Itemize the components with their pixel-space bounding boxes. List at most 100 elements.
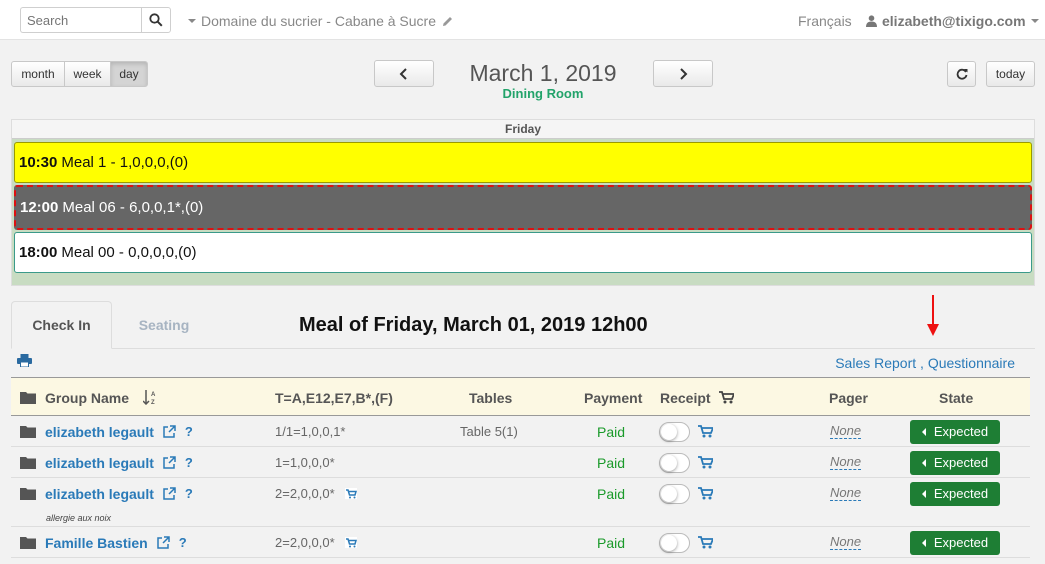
venue-selector[interactable]: Domaine du sucrier - Cabane à Sucre [188,13,454,29]
week-view-button[interactable]: week [64,61,111,87]
header-composition: T=A,E12,E7,B*,(F) [275,389,393,406]
today-button[interactable]: today [986,61,1035,87]
cart-flag-icon [344,537,357,548]
user-menu[interactable]: elizabeth@tixigo.com [866,13,1039,29]
sort-alpha-icon[interactable]: AZ [143,390,157,405]
state-dropdown-button[interactable]: Expected [910,481,1000,506]
red-arrow-head [927,324,939,336]
caret-left-icon [921,427,926,436]
meal-title: Meal of Friday, March 01, 2019 12h00 [299,314,648,336]
cart-icon[interactable] [698,456,713,469]
view-switcher: month week day [11,61,148,87]
questionnaire-icon[interactable]: ? [185,486,193,501]
group-name-link[interactable]: Famille Bastien [45,535,148,551]
receipt-cell [659,478,713,509]
folder-icon[interactable] [20,487,36,500]
folder-icon[interactable] [20,456,36,469]
folder-icon[interactable] [20,425,36,438]
payment-status: Paid [597,485,626,502]
group-name-link[interactable]: elizabeth legault [45,424,154,440]
search-button[interactable] [141,7,171,33]
cart-icon[interactable] [698,425,713,438]
tab-check-in[interactable]: Check In [11,301,112,349]
header-receipt-cell: Receipt [660,378,734,417]
table-header: Group Name AZ T=A,E12,E7,B*,(F) Tables P… [11,377,1030,416]
pager-value[interactable]: None [830,455,862,470]
pager-cell: None [830,527,862,558]
svg-text:Z: Z [151,400,155,405]
cart-icon[interactable] [698,536,713,549]
state-label: Expected [933,535,989,550]
questionnaire-icon[interactable]: ? [185,424,193,439]
top-navbar: Domaine du sucrier - Cabane à Sucre Fran… [0,0,1045,40]
receipt-cell [659,416,713,447]
questionnaire-icon[interactable]: ? [185,455,193,470]
event-time: 10:30 [19,154,58,171]
event-time: 12:00 [20,199,59,216]
receipt-toggle[interactable] [659,483,690,504]
questionnaire-icon[interactable]: ? [179,535,187,550]
refresh-icon [956,68,967,80]
external-link-icon[interactable] [156,536,170,549]
room-name: Dining Room [502,86,584,101]
previous-day-button[interactable] [374,60,434,87]
receipt-cell [659,527,713,558]
sales-report-link[interactable]: Sales Report [835,355,916,371]
day-header: Friday [12,120,1034,139]
cart-icon [718,391,734,404]
receipt-cell [659,447,713,478]
caret-left-icon [921,458,926,467]
group-cell: Famille Bastien ? [20,527,187,558]
language-selector[interactable]: Français [798,13,852,29]
print-icon[interactable] [17,354,32,367]
check-in-table: Group Name AZ T=A,E12,E7,B*,(F) Tables P… [11,377,1030,558]
payment-status: Paid [597,534,626,551]
pager-value[interactable]: None [830,535,862,550]
svg-text:A: A [151,392,156,398]
day-view-button[interactable]: day [110,61,148,87]
receipt-toggle[interactable] [659,452,690,473]
folder-icon [20,392,36,404]
folder-icon[interactable] [20,536,36,549]
table-row: elizabeth legault ? 1=1,0,0,0* Paid None… [11,447,1030,478]
pager-value[interactable]: None [830,424,862,439]
table-cell[interactable]: Table 5(1) [460,416,518,447]
refresh-button[interactable] [947,61,976,87]
caret-left-icon [921,538,926,547]
state-dropdown-button[interactable]: Expected [910,530,1000,555]
state-dropdown-button[interactable]: Expected [910,450,1000,475]
state-dropdown-button[interactable]: Expected [910,419,1000,444]
composition-value: 2=2,0,0,0* [275,535,335,550]
chevron-right-icon [680,67,688,80]
event-label: Meal 06 - 6,0,0,1*,(0) [62,199,204,216]
month-view-button[interactable]: month [11,61,65,87]
table-row: elizabeth legault ? 1/1=1,0,0,1* Table 5… [11,416,1030,447]
receipt-toggle[interactable] [659,421,690,442]
pencil-icon[interactable] [441,15,454,28]
cart-icon[interactable] [698,487,713,500]
state-cell: Expected [910,416,1000,447]
next-day-button[interactable] [653,60,713,87]
pager-value[interactable]: None [830,486,862,501]
search-input[interactable] [20,7,141,33]
receipt-toggle[interactable] [659,532,690,553]
calendar-event[interactable]: 18:00 Meal 00 - 0,0,0,0,(0) [14,232,1032,273]
header-tables: Tables [469,389,513,406]
external-link-icon[interactable] [163,487,176,500]
red-arrow-annotation [932,295,934,325]
external-link-icon[interactable] [163,456,176,469]
tab-seating[interactable]: Seating [112,301,216,349]
caret-down-icon [188,19,196,23]
pager-cell: None [830,416,862,447]
calendar-event[interactable]: 10:30 Meal 1 - 1,0,0,0,(0) [14,142,1032,183]
group-cell: elizabeth legault ? [20,416,193,447]
payment-status: Paid [597,423,626,440]
header-group-name-cell: Group Name AZ [20,378,157,417]
questionnaire-link[interactable]: Questionnaire [928,355,1015,371]
event-label: Meal 1 - 1,0,0,0,(0) [61,154,189,171]
group-name-link[interactable]: elizabeth legault [45,455,154,471]
external-link-icon[interactable] [163,425,176,438]
composition-cell: 2=2,0,0,0* [275,527,357,558]
calendar-event-selected[interactable]: 12:00 Meal 06 - 6,0,0,1*,(0) [14,185,1032,230]
group-name-link[interactable]: elizabeth legault [45,486,154,502]
